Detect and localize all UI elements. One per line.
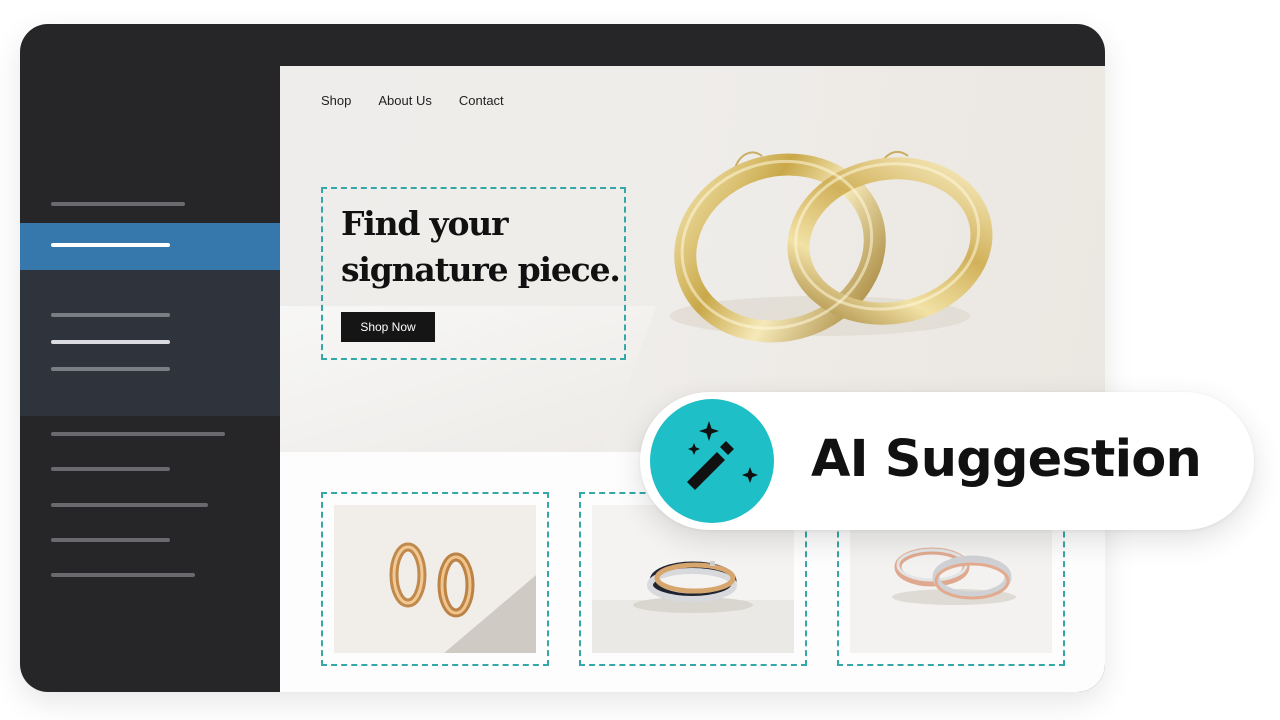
nav-link-about[interactable]: About Us xyxy=(378,93,431,108)
product-image-1 xyxy=(334,505,536,653)
sidebar-item[interactable] xyxy=(51,467,170,471)
website-preview: Shop About Us Contact Find your signatur… xyxy=(280,66,1105,692)
sidebar-item[interactable] xyxy=(51,503,208,507)
sidebar-item-active-line xyxy=(51,243,170,247)
nav-link-contact[interactable]: Contact xyxy=(459,93,504,108)
sidebar-item-active[interactable] xyxy=(20,223,280,270)
sidebar-item[interactable] xyxy=(51,538,170,542)
ai-icon-badge xyxy=(650,399,774,523)
ai-suggestion-label: AI Suggestion xyxy=(811,430,1202,489)
sidebar-item[interactable] xyxy=(51,573,195,577)
editor-sidebar xyxy=(20,24,280,692)
site-nav: Shop About Us Contact xyxy=(321,93,504,108)
ai-suggestion-button[interactable]: AI Suggestion xyxy=(640,392,1254,530)
nav-link-shop[interactable]: Shop xyxy=(321,93,351,108)
shop-now-button[interactable]: Shop Now xyxy=(341,312,435,342)
sidebar-item[interactable] xyxy=(51,202,185,206)
sidebar-subitem[interactable] xyxy=(51,367,170,371)
hero-hoop-earrings-image xyxy=(670,150,993,343)
sidebar-subgroup xyxy=(20,270,280,416)
sidebar-subitem-selected[interactable] xyxy=(51,340,170,344)
product-card-1[interactable] xyxy=(321,492,549,666)
hero-text-block-selected[interactable]: Find your signature piece. Shop Now xyxy=(321,187,626,360)
gold-huggie-earrings-image xyxy=(334,505,536,653)
magic-wand-icon xyxy=(687,421,758,490)
sidebar-subitem[interactable] xyxy=(51,313,170,317)
sidebar-item[interactable] xyxy=(51,432,225,436)
hero-headline: Find your signature piece. xyxy=(341,204,621,289)
editor-window: Shop About Us Contact Find your signatur… xyxy=(20,24,1105,692)
